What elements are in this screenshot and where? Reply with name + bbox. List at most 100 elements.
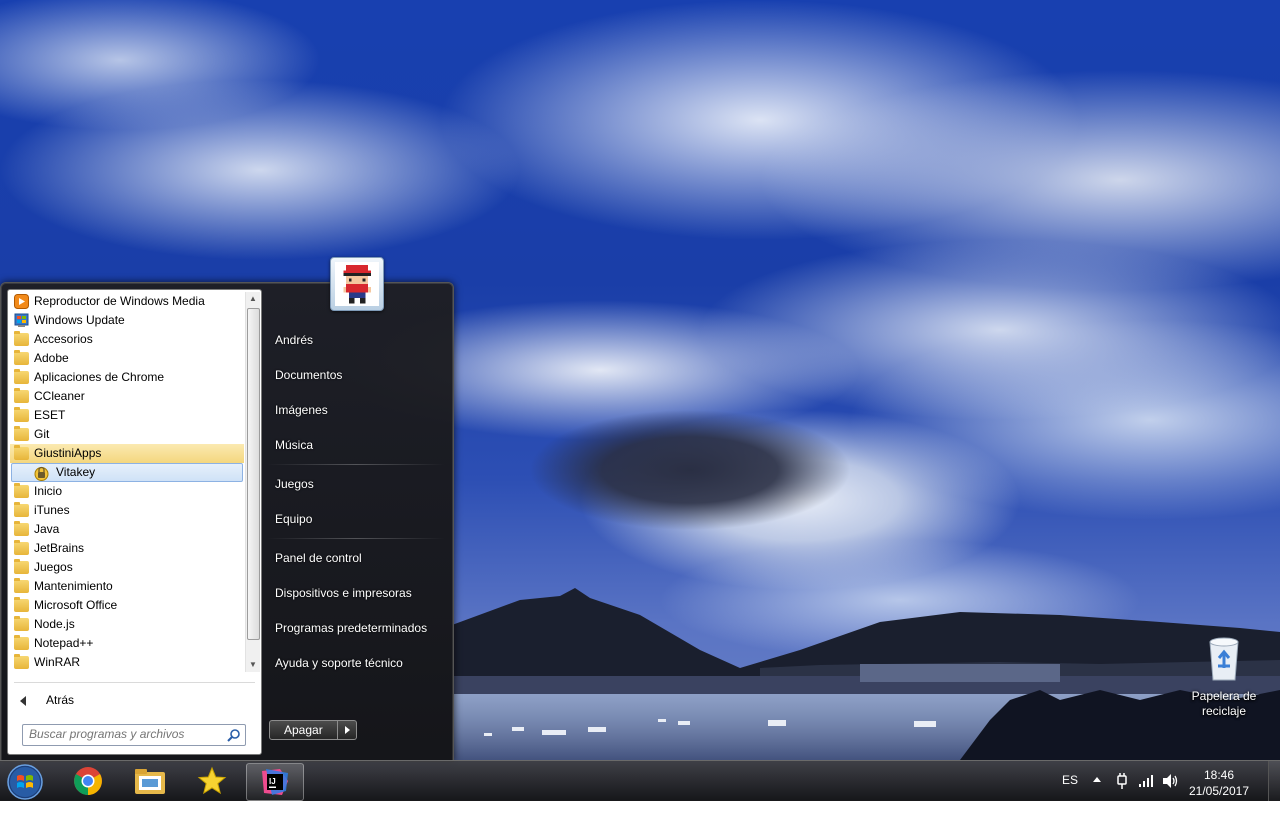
network-signal-icon[interactable] xyxy=(1138,774,1154,788)
power-plug-icon[interactable] xyxy=(1114,772,1130,790)
program-item[interactable]: Windows Update xyxy=(10,311,244,330)
folder-icon xyxy=(14,369,29,385)
program-item[interactable]: Git xyxy=(10,425,244,444)
taskbar-intellij-button[interactable]: IJ xyxy=(246,763,304,801)
devices-printers-link[interactable]: Dispositivos e impresoras xyxy=(267,576,445,611)
programs-scrollbar[interactable]: ▲ ▼ xyxy=(245,292,260,672)
back-button[interactable]: Atrás xyxy=(20,690,74,710)
program-item[interactable]: WinRAR xyxy=(10,653,244,672)
folder-icon xyxy=(14,445,29,461)
start-menu-programs-pane: Reproductor de Windows Media Windows Upda… xyxy=(7,289,262,755)
media-player-icon xyxy=(14,294,29,309)
clock[interactable]: 18:46 21/05/2017 xyxy=(1188,767,1250,807)
folder-icon xyxy=(14,635,29,651)
intellij-idea-icon: IJ xyxy=(262,769,288,795)
taskbar-favorites-button[interactable] xyxy=(184,763,240,799)
vitakey-icon xyxy=(34,466,49,481)
folder-icon xyxy=(14,502,29,518)
program-item-label: Notepad++ xyxy=(34,636,94,650)
start-button[interactable] xyxy=(5,763,45,801)
folder-icon xyxy=(14,350,29,366)
program-item[interactable]: Accesorios xyxy=(10,330,244,349)
documents-link[interactable]: Documentos xyxy=(267,358,445,393)
program-item-label: Vitakey xyxy=(56,465,96,479)
program-item[interactable]: Inicio xyxy=(10,482,244,501)
search-box[interactable] xyxy=(22,724,246,746)
taskbar: IJ ES 18:46 21/05/2017 xyxy=(0,760,1280,801)
help-support-link[interactable]: Ayuda y soporte técnico xyxy=(267,646,445,681)
folder-icon xyxy=(14,521,29,537)
pictures-link[interactable]: Imágenes xyxy=(267,393,445,428)
program-item[interactable]: Notepad++ xyxy=(10,634,244,653)
chrome-icon xyxy=(74,767,102,795)
folder-icon xyxy=(14,540,29,556)
program-item[interactable]: Aplicaciones de Chrome xyxy=(10,368,244,387)
favorites-star-icon xyxy=(197,766,227,795)
scroll-up-arrow[interactable]: ▲ xyxy=(246,292,260,306)
program-item[interactable]: GiustiniApps xyxy=(10,444,244,463)
scrollbar-thumb[interactable] xyxy=(247,308,260,640)
games-link[interactable]: Juegos xyxy=(267,467,445,502)
user-avatar[interactable] xyxy=(330,257,384,311)
start-menu-places-pane: Andrés Documentos Imágenes Música Juegos… xyxy=(267,323,445,681)
folder-icon xyxy=(14,578,29,594)
search-icon xyxy=(227,729,240,742)
program-item[interactable]: Vitakey xyxy=(11,463,243,482)
program-item-label: ESET xyxy=(34,408,66,422)
recycle-bin-label: Papelera de reciclaje xyxy=(1191,689,1257,718)
search-input[interactable] xyxy=(23,725,219,743)
taskbar-explorer-button[interactable] xyxy=(122,763,178,799)
program-item-label: Juegos xyxy=(34,560,73,574)
program-item[interactable]: Microsoft Office xyxy=(10,596,244,615)
program-item[interactable]: Juegos xyxy=(10,558,244,577)
music-link[interactable]: Música xyxy=(267,428,445,463)
svg-text:IJ: IJ xyxy=(269,777,276,786)
program-item-label: Windows Update xyxy=(34,313,125,327)
program-item-label: WinRAR xyxy=(34,655,81,669)
folder-icon xyxy=(14,388,29,404)
recycle-bin-shortcut[interactable]: Papelera de reciclaje xyxy=(1186,636,1262,719)
program-item[interactable]: iTunes xyxy=(10,501,244,520)
program-item[interactable]: CCleaner xyxy=(10,387,244,406)
language-indicator[interactable]: ES xyxy=(1062,773,1078,813)
taskbar-chrome-button[interactable] xyxy=(60,763,116,799)
folder-icon xyxy=(14,616,29,632)
program-item[interactable]: Adobe xyxy=(10,349,244,368)
program-item[interactable]: Mantenimiento xyxy=(10,577,244,596)
program-item-label: Accesorios xyxy=(34,332,93,346)
show-hidden-icons-icon[interactable] xyxy=(1092,775,1102,785)
program-item-label: Java xyxy=(34,522,60,536)
control-panel-link[interactable]: Panel de control xyxy=(267,541,445,576)
program-item[interactable]: JetBrains xyxy=(10,539,244,558)
scroll-down-arrow[interactable]: ▼ xyxy=(246,658,260,672)
folder-icon xyxy=(14,331,29,347)
computer-link[interactable]: Equipo xyxy=(267,502,445,537)
folder-icon xyxy=(14,597,29,613)
program-item-label: iTunes xyxy=(34,503,70,517)
back-arrow-icon xyxy=(20,695,26,706)
all-programs-list: Reproductor de Windows Media Windows Upda… xyxy=(10,292,244,672)
shutdown-button[interactable]: Apagar xyxy=(269,720,338,740)
file-explorer-icon xyxy=(135,769,165,794)
folder-icon xyxy=(14,426,29,442)
recycle-bin-icon xyxy=(1209,637,1239,681)
program-item-label: JetBrains xyxy=(34,541,85,555)
program-item-label: Git xyxy=(34,427,50,441)
show-desktop-button[interactable] xyxy=(1268,761,1280,801)
clock-date: 21/05/2017 xyxy=(1188,784,1250,798)
start-menu: Reproductor de Windows Media Windows Upda… xyxy=(0,257,454,762)
folder-icon xyxy=(14,407,29,423)
volume-icon[interactable] xyxy=(1161,773,1179,789)
program-item[interactable]: Java xyxy=(10,520,244,539)
clock-time: 18:46 xyxy=(1203,768,1235,782)
pixel-trainer-avatar-icon xyxy=(335,262,379,306)
program-item[interactable]: Reproductor de Windows Media xyxy=(10,292,244,311)
program-item[interactable]: ESET xyxy=(10,406,244,425)
user-folder-link[interactable]: Andrés xyxy=(267,323,445,358)
program-item-label: Inicio xyxy=(34,484,63,498)
program-item-label: Microsoft Office xyxy=(34,598,118,612)
default-programs-link[interactable]: Programas predeterminados xyxy=(267,611,445,646)
program-item[interactable]: Node.js xyxy=(10,615,244,634)
program-item-label: GiustiniApps xyxy=(34,446,102,460)
shutdown-options-button[interactable] xyxy=(337,720,357,740)
